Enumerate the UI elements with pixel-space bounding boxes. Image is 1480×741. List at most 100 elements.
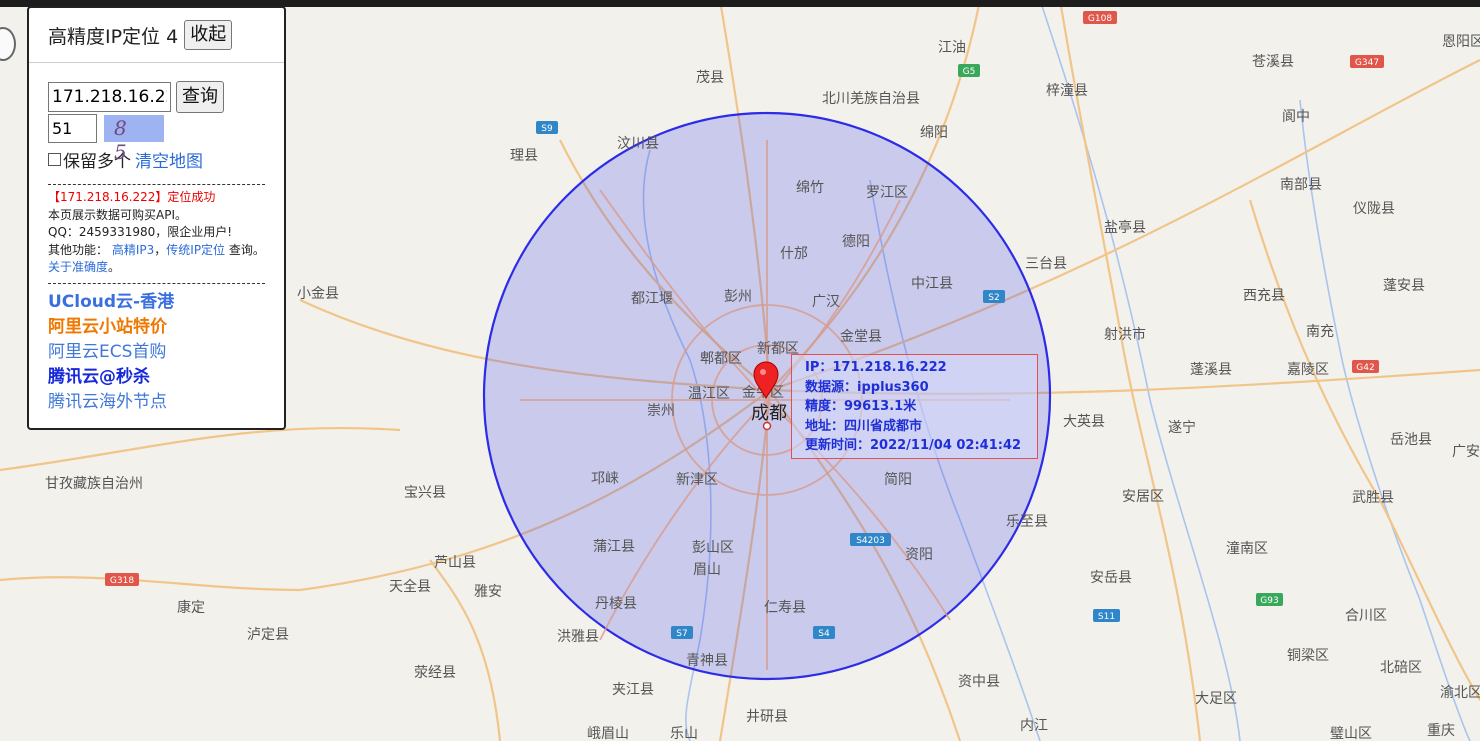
place-label: 嘉陵区	[1287, 362, 1329, 378]
link-high-precision[interactable]: 高精IP3	[112, 243, 154, 257]
place-label: 大英县	[1063, 413, 1105, 430]
ip-row: 查询	[48, 81, 284, 113]
collapse-button[interactable]: 收起	[184, 20, 233, 50]
place-label: 荥经县	[414, 665, 456, 681]
place-label: 渝北区	[1440, 685, 1480, 701]
place-label: 南充	[1306, 324, 1334, 340]
place-label: 武胜县	[1352, 490, 1394, 506]
link-traditional[interactable]: 传统IP定位	[166, 243, 225, 257]
place-label: 中江县	[911, 276, 953, 292]
place-label: 苍溪县	[1252, 54, 1294, 70]
place-label: 绵竹	[796, 179, 824, 196]
place-label: 乐山	[670, 726, 698, 741]
captcha-image[interactable]: 8 5	[104, 115, 164, 164]
road-shield-label: G42	[1356, 363, 1374, 373]
ad-ucloud[interactable]: UCloud云-香港	[48, 290, 284, 315]
place-label: 小金县	[297, 286, 339, 302]
location-info-box: IP：171.218.16.222 数据源：ipplus360 精度：99613…	[791, 354, 1038, 459]
ad-aliyun-ecs[interactable]: 阿里云ECS首购	[48, 340, 284, 365]
info-ip: IP：171.218.16.222	[805, 360, 947, 375]
place-label: 潼南区	[1226, 540, 1268, 557]
road-shield-label: G108	[1088, 14, 1112, 24]
place-label: 北川羌族自治县	[822, 91, 920, 107]
place-label: 雅安	[474, 584, 502, 600]
place-label: 崇州	[647, 403, 675, 419]
period: 。	[108, 260, 121, 274]
place-label: 天全县	[389, 578, 431, 595]
qq-note: QQ：2459331980，限企业用户!	[48, 225, 233, 239]
info-address: 地址：四川省成都市	[805, 418, 923, 434]
ad-aliyun-promo[interactable]: 阿里云小站特价	[48, 315, 284, 340]
place-label: 阆中	[1282, 109, 1310, 125]
panel-title: 高精度IP定位 4	[48, 25, 179, 48]
place-label: 汶川县	[617, 135, 659, 152]
place-label: 茂县	[696, 69, 724, 86]
road-shield-label: G5	[963, 67, 976, 77]
place-label: 什邡	[780, 245, 808, 262]
place-label: 北碚区	[1380, 660, 1422, 676]
place-label: 蓬安县	[1383, 278, 1425, 294]
road-shield-label: S4	[818, 629, 830, 639]
place-label: 甘孜藏族自治州	[45, 476, 143, 492]
panel-body: 查询 8 5 保留多个 清空地图 【171.218.16.222】定位成功 本页…	[29, 63, 284, 415]
place-label: 遂宁	[1168, 419, 1196, 436]
place-label: 岳池县	[1390, 432, 1432, 448]
place-label: 简阳	[884, 471, 912, 488]
place-label: 蒲江县	[593, 539, 635, 555]
place-label: 仁寿县	[764, 599, 806, 616]
query-button[interactable]: 查询	[176, 81, 224, 113]
place-label: 广安	[1452, 444, 1480, 460]
road-shield-label: S9	[541, 124, 553, 134]
place-label: 罗江区	[866, 185, 908, 201]
road-shield-label: G318	[110, 576, 134, 586]
place-label: 盐亭县	[1104, 219, 1146, 236]
captcha-row: 8 5	[48, 114, 284, 164]
place-label: 芦山县	[434, 555, 476, 571]
place-label: 安居区	[1122, 489, 1164, 505]
divider-bottom	[48, 282, 265, 284]
place-label: 温江区	[688, 386, 730, 402]
road-shield-label: S4203	[856, 536, 885, 546]
place-label: 恩阳区	[1442, 34, 1480, 50]
place-label: 康定	[177, 599, 205, 616]
ip-locate-panel: 高精度IP定位 4 收起 查询 8 5 保留多个 清空地图 【171.218.1…	[27, 6, 286, 430]
road-shield-label: S7	[676, 629, 687, 639]
place-label: 眉山	[693, 562, 721, 578]
road-shield-label: G347	[1355, 58, 1379, 68]
captcha-text: 8 5	[114, 116, 137, 164]
place-label: 重庆	[1427, 723, 1455, 739]
link-accuracy[interactable]: 关于准确度	[48, 260, 108, 274]
place-label: 井研县	[746, 709, 788, 725]
place-label: 铜梁区	[1287, 648, 1329, 664]
place-label: 三台县	[1025, 256, 1067, 272]
place-label: 都江堰	[631, 291, 673, 307]
place-label: 泸定县	[247, 627, 289, 643]
road-shield-label: S11	[1098, 612, 1115, 622]
info-source: 数据源：ipplus360	[805, 379, 929, 395]
keep-multiple-checkbox[interactable]	[48, 153, 61, 166]
place-label: 德阳	[842, 234, 870, 250]
place-label: 安岳县	[1090, 570, 1132, 586]
place-label: 邛崃	[591, 471, 619, 487]
result-status: 【171.218.16.222】定位成功	[48, 190, 216, 204]
separator: ，	[154, 242, 167, 257]
place-label: 广汉	[812, 294, 840, 310]
place-label: 新津区	[676, 472, 718, 488]
place-label: 峨眉山	[587, 726, 629, 741]
place-label: 江油	[938, 40, 966, 56]
ad-tencent-sale[interactable]: 腾讯云@秒杀	[48, 365, 284, 390]
ad-tencent-overseas[interactable]: 腾讯云海外节点	[48, 390, 284, 415]
other-functions: 其他功能： 高精IP3，传统IP定位 查询。 关于准确度。	[48, 242, 272, 277]
divider-top	[48, 184, 265, 185]
ip-input[interactable]	[48, 82, 171, 112]
city-dot	[762, 421, 772, 431]
place-label: 蓬溪县	[1190, 362, 1232, 378]
place-label: 丹棱县	[595, 596, 637, 612]
captcha-input[interactable]	[48, 114, 97, 143]
place-label: 璧山区	[1330, 725, 1372, 741]
info-updated: 更新时间：2022/11/04 02:41:42	[805, 438, 1022, 453]
info-accuracy: 精度：99613.1米	[805, 399, 917, 414]
ad-links: UCloud云-香港 阿里云小站特价 阿里云ECS首购 腾讯云@秒杀 腾讯云海外…	[48, 290, 284, 415]
place-label: 彭州	[724, 289, 752, 305]
place-label: 宝兴县	[404, 485, 446, 501]
